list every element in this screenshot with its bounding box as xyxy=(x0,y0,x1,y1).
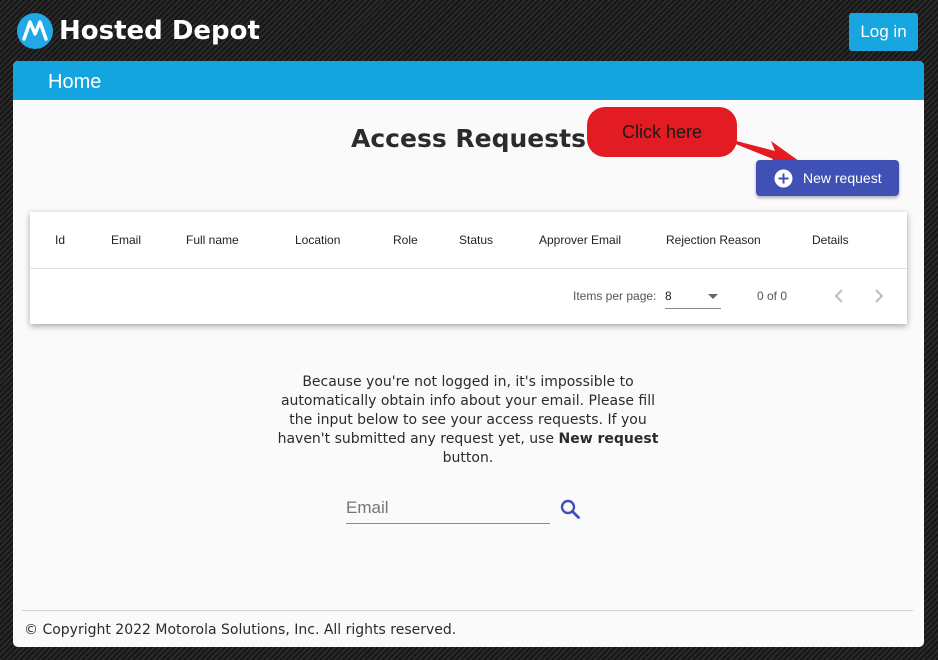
nav-home-link[interactable]: Home xyxy=(48,61,101,100)
not-logged-in-message: Because you're not logged in, it's impos… xyxy=(268,373,668,468)
new-request-button[interactable]: New request xyxy=(756,160,899,196)
main-card: Home Access Requests Click here New requ… xyxy=(13,61,924,647)
footer-divider xyxy=(22,610,913,611)
new-request-label: New request xyxy=(803,170,882,186)
paginator: Items per page: 8 0 of 0 xyxy=(30,269,907,324)
caret-down-icon xyxy=(708,294,718,299)
motorola-logo-icon xyxy=(17,13,53,49)
top-bar: Hosted Depot Log in xyxy=(0,0,938,62)
chevron-right-icon[interactable] xyxy=(869,286,889,306)
access-requests-table: Id Email Full name Location Role Status … xyxy=(30,212,907,324)
items-per-page-label: Items per page: xyxy=(573,289,657,303)
email-input[interactable]: Email xyxy=(346,493,550,524)
email-placeholder: Email xyxy=(346,498,389,517)
footer-copyright: © Copyright 2022 Motorola Solutions, Inc… xyxy=(24,622,457,638)
column-header-role[interactable]: Role xyxy=(393,212,418,268)
login-button[interactable]: Log in xyxy=(849,13,918,51)
search-icon[interactable] xyxy=(559,498,581,520)
info-text-end: button. xyxy=(442,450,494,466)
column-header-status[interactable]: Status xyxy=(459,212,493,268)
items-per-page-select[interactable]: 8 xyxy=(665,286,721,309)
brand-title: Hosted Depot xyxy=(59,16,260,46)
chevron-left-icon[interactable] xyxy=(829,286,849,306)
info-text-bold: New request xyxy=(558,431,659,447)
nav-bar: Home xyxy=(13,61,924,100)
add-circle-icon xyxy=(774,169,793,188)
table-header-row: Id Email Full name Location Role Status … xyxy=(30,212,907,269)
column-header-approver-email[interactable]: Approver Email xyxy=(539,212,621,268)
column-header-id[interactable]: Id xyxy=(55,212,65,268)
column-header-location[interactable]: Location xyxy=(295,212,340,268)
column-header-email[interactable]: Email xyxy=(111,212,141,268)
column-header-full-name[interactable]: Full name xyxy=(186,212,239,268)
items-per-page-value: 8 xyxy=(665,289,672,303)
column-header-details[interactable]: Details xyxy=(812,212,849,268)
page-range-label: 0 of 0 xyxy=(757,289,788,303)
column-header-rejection-reason[interactable]: Rejection Reason xyxy=(666,212,761,268)
